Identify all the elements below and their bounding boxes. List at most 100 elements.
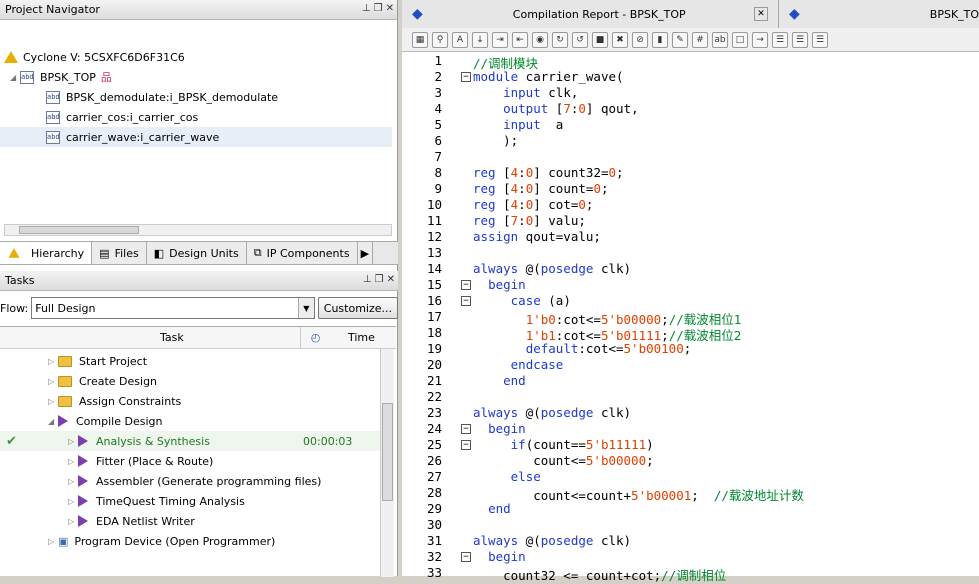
restore-icon[interactable]: ❐ xyxy=(375,274,384,285)
edit-icon[interactable]: ✎ xyxy=(672,31,688,48)
stop-icon[interactable]: ■ xyxy=(592,31,608,48)
restore-icon[interactable]: ❐ xyxy=(374,3,383,14)
expand-icon[interactable]: ▷ xyxy=(68,497,78,506)
expand-icon[interactable]: ▷ xyxy=(48,397,58,406)
tasks-title-bar: Tasks ⊥ ❐ ✕ xyxy=(0,271,398,291)
tab-source[interactable]: ◆ BPSK_TO xyxy=(779,0,979,28)
clock-icon: ◴ xyxy=(300,327,330,349)
horizontal-scrollbar[interactable] xyxy=(4,224,392,236)
pin-icon[interactable]: ⊥ xyxy=(363,274,372,285)
col-task[interactable]: Task xyxy=(160,331,184,344)
line-number: 29 xyxy=(426,501,442,516)
vertical-scrollbar[interactable] xyxy=(380,349,394,577)
expand-icon[interactable]: ◢ xyxy=(48,417,58,426)
line-number: 24 xyxy=(426,421,442,436)
list3-icon[interactable]: ☰ xyxy=(812,31,828,48)
pin-icon[interactable]: ⊥ xyxy=(362,3,371,14)
flow-select[interactable]: Full Design ▼ xyxy=(31,297,315,319)
navigator-tabs: Hierarchy ▤ Files ◧ Design Units ⧉ IP Compo… xyxy=(0,241,398,265)
list1-icon[interactable]: ☰ xyxy=(772,31,788,48)
line-number: 22 xyxy=(426,389,442,404)
code-line: begin xyxy=(488,421,526,436)
save-icon[interactable]: ▦ xyxy=(412,31,428,48)
top-entity-row[interactable]: ◢ abd BPSK_TOP 品 xyxy=(10,67,112,87)
task-row[interactable]: ▷ EDA Netlist Writer xyxy=(0,511,380,531)
line-number: 21 xyxy=(426,373,442,388)
task-row[interactable]: ▷ Fitter (Place & Route) xyxy=(0,451,380,471)
tab-label: Hierarchy xyxy=(31,246,85,260)
task-label: Assign Constraints xyxy=(79,394,182,408)
tree-item[interactable]: abd BPSK_demodulate:i_BPSK_demodulate xyxy=(46,87,278,107)
error-icon[interactable]: ✖ xyxy=(612,31,628,48)
box-icon[interactable]: □ xyxy=(732,31,748,48)
task-row[interactable]: ▷ Start Project xyxy=(0,351,380,371)
tab-scroll-right[interactable]: ▶ xyxy=(357,242,374,264)
customize-button[interactable]: Customize... xyxy=(317,297,398,319)
code-line: else xyxy=(510,469,541,484)
close-icon[interactable]: ✕ xyxy=(754,7,768,21)
document-tabs: ◆ Compilation Report - BPSK_TOP ✕ ◆ BPSK… xyxy=(402,0,979,28)
device-row[interactable]: Cyclone V: 5CSXFC6D6F31C6 xyxy=(4,47,185,67)
tab-label: IP Components xyxy=(266,246,350,260)
task-row[interactable]: ▷ Create Design xyxy=(0,371,380,391)
expand-icon[interactable]: ▷ xyxy=(68,517,78,526)
code-editor[interactable]: 1//调制模块 2− module carrier_wave(3 input clk… xyxy=(402,53,979,583)
task-label: Create Design xyxy=(79,374,158,388)
flow-label: Flow: xyxy=(0,301,29,315)
tree-item-selected[interactable]: abd carrier_wave:i_carrier_wave xyxy=(0,127,392,147)
indent-icon[interactable]: ⇥ xyxy=(492,31,508,48)
line-number: 26 xyxy=(426,453,442,468)
expand-icon[interactable]: ▷ xyxy=(68,457,78,466)
undo-icon[interactable]: ↺ xyxy=(572,31,588,48)
scroll-thumb[interactable] xyxy=(19,226,139,234)
fold-toggle-icon[interactable]: − xyxy=(461,424,471,434)
line-number: 30 xyxy=(426,517,442,532)
tab-hierarchy[interactable]: Hierarchy xyxy=(0,242,93,264)
tab-design-units[interactable]: ◧ Design Units xyxy=(146,242,247,264)
task-row[interactable]: ▷ Assign Constraints xyxy=(0,391,380,411)
outdent-icon[interactable]: ⇤ xyxy=(512,31,528,48)
expand-icon[interactable]: ▷ xyxy=(48,377,58,386)
linenum-icon[interactable]: # xyxy=(692,31,708,48)
compile-icon[interactable]: ◉ xyxy=(532,31,548,48)
task-row[interactable]: ▷ ▣ Program Device (Open Programmer) xyxy=(0,531,380,551)
arrow-icon[interactable]: → xyxy=(752,31,768,48)
expand-icon[interactable]: ▷ xyxy=(68,477,78,486)
task-row[interactable]: ▷ Assembler (Generate programming files) xyxy=(0,471,380,491)
task-row[interactable]: ◢ Compile Design xyxy=(0,411,380,431)
refresh-icon[interactable]: ↻ xyxy=(552,31,568,48)
line-number: 15 xyxy=(426,277,442,292)
abc-icon[interactable]: ab xyxy=(712,31,728,48)
scroll-thumb[interactable] xyxy=(382,403,393,501)
tab-ip-components[interactable]: ⧉ IP Components xyxy=(246,242,358,264)
close-icon[interactable]: ✕ xyxy=(386,3,394,14)
run-icon xyxy=(78,435,88,447)
close-icon[interactable]: ✕ xyxy=(387,274,395,285)
replace-icon[interactable]: A xyxy=(452,31,468,48)
code-line: endcase xyxy=(510,357,564,372)
fold-toggle-icon[interactable]: − xyxy=(461,280,471,290)
expand-icon[interactable]: ▷ xyxy=(68,437,78,446)
next-icon[interactable]: ↓ xyxy=(472,31,488,48)
fold-toggle-icon[interactable]: − xyxy=(461,72,471,82)
bookmark-icon[interactable]: ▮ xyxy=(652,31,668,48)
fold-toggle-icon[interactable]: − xyxy=(461,440,471,450)
tree-item[interactable]: abd carrier_cos:i_carrier_cos xyxy=(46,107,198,127)
tab-files[interactable]: ▤ Files xyxy=(92,242,147,264)
attach-icon[interactable]: ⊘ xyxy=(632,31,648,48)
list2-icon[interactable]: ☰ xyxy=(792,31,808,48)
warning-icon xyxy=(8,248,20,258)
col-time[interactable]: Time xyxy=(348,331,375,344)
fold-toggle-icon[interactable]: − xyxy=(461,296,471,306)
line-number: 27 xyxy=(426,469,442,484)
fold-toggle-icon[interactable]: − xyxy=(461,552,471,562)
editor-toolbar: ▦ ⚲ A ↓ ⇥ ⇤ ◉ ↻ ↺ ■ ✖ ⊘ ▮ ✎ # ab □ → ☰ ☰ ☰ xyxy=(402,28,979,52)
collapse-icon[interactable]: ◢ xyxy=(10,73,20,82)
task-row[interactable]: ▷ TimeQuest Timing Analysis xyxy=(0,491,380,511)
find-icon[interactable]: ⚲ xyxy=(432,31,448,48)
expand-icon[interactable]: ▷ xyxy=(48,357,58,366)
files-icon: ▤ xyxy=(99,246,110,260)
expand-icon[interactable]: ▷ xyxy=(48,537,58,546)
task-row[interactable]: ✔ ▷ Analysis & Synthesis 00:00:03 xyxy=(0,431,380,451)
tab-compilation-report[interactable]: ◆ Compilation Report - BPSK_TOP ✕ xyxy=(402,0,779,28)
